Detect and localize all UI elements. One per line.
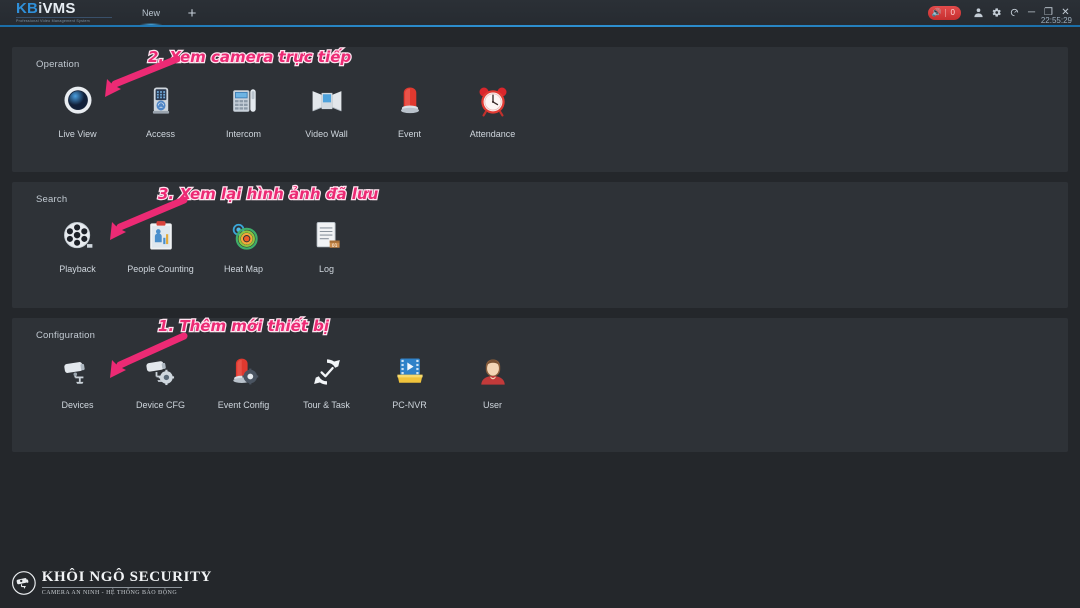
watermark-divider <box>41 587 182 588</box>
user-avatar-icon <box>473 352 513 392</box>
siren-gear-icon <box>224 352 264 392</box>
module-event-label: Event <box>397 129 421 139</box>
titlebar-accent-line <box>0 25 1080 27</box>
siren-icon <box>390 81 430 121</box>
section-configuration-label: Configuration <box>36 330 96 341</box>
module-event[interactable]: Event <box>368 81 451 139</box>
system-clock: 22:55:29 <box>1040 16 1072 25</box>
logo-divider <box>16 17 112 18</box>
module-tour-task-label: Tour & Task <box>303 400 350 410</box>
svg-text:01: 01 <box>331 243 337 249</box>
module-event-config[interactable]: Event Config <box>202 352 285 410</box>
module-video-wall[interactable]: Video Wall <box>285 81 368 139</box>
alarm-count: 0 <box>944 8 955 17</box>
logo-vms: VMS <box>42 0 76 17</box>
module-attendance-label: Attendance <box>469 129 516 139</box>
log-document-icon: 01 <box>307 216 347 256</box>
annotation-arrow-devices <box>110 332 188 378</box>
heat-map-icon <box>224 216 264 256</box>
title-bar: KBiVMS Professional Video Management Sys… <box>0 0 1080 26</box>
module-live-view-label: Live View <box>58 129 97 139</box>
watermark-title: KHÔI NGÔ SECURITY <box>41 569 212 585</box>
annotation-arrow-live-view <box>105 55 180 97</box>
module-user-label: User <box>482 400 502 410</box>
tab-new[interactable]: New <box>128 0 174 25</box>
module-attendance[interactable]: Attendance <box>451 81 534 139</box>
module-user[interactable]: User <box>451 352 534 410</box>
video-wall-icon <box>307 81 347 121</box>
logo-kb: KB <box>16 0 39 17</box>
annotation-arrow-playback <box>110 196 188 240</box>
section-search-label: Search <box>36 194 68 205</box>
annotation-playback: 3. Xem lại hình ảnh đã lưu <box>157 184 380 205</box>
watermark-subtitle: CAMERA AN NINH - HỆ THỐNG BÁO ĐỘNG <box>41 590 178 596</box>
watermark-text: KHÔI NGÔ SECURITY CAMERA AN NINH - HỆ TH… <box>41 569 212 596</box>
app-logo-subtitle: Professional Video Management System <box>16 19 90 23</box>
watermark: KHÔI NGÔ SECURITY CAMERA AN NINH - HỆ TH… <box>12 565 212 601</box>
module-heat-map[interactable]: Heat Map <box>202 216 285 274</box>
app-logo: KBiVMS Professional Video Management Sys… <box>16 1 116 25</box>
gear-icon[interactable] <box>987 0 1005 25</box>
app-logo-text: KBiVMS <box>16 1 116 16</box>
module-log-label: Log <box>318 264 335 274</box>
module-intercom-label: Intercom <box>225 129 261 139</box>
module-people-counting-label: People Counting <box>127 264 194 274</box>
module-intercom[interactable]: Intercom <box>202 81 285 139</box>
module-event-config-label: Event Config <box>217 400 270 410</box>
module-playback-label: Playback <box>59 264 96 274</box>
cctv-camera-icon <box>12 571 36 595</box>
user-icon[interactable] <box>969 0 987 25</box>
refresh-check-icon <box>307 352 347 392</box>
alarm-badge[interactable]: 🔊 0 <box>927 5 961 20</box>
module-access-label: Access <box>145 129 175 139</box>
module-devices-label: Devices <box>61 400 94 410</box>
add-tab-button[interactable]: + <box>183 4 201 22</box>
tab-new-label: New <box>141 7 160 18</box>
dashboard-icon[interactable] <box>1005 0 1023 25</box>
nvr-media-icon <box>390 352 430 392</box>
module-pc-nvr-label: PC-NVR <box>392 400 427 410</box>
intercom-phone-icon <box>224 81 264 121</box>
app-window: KBiVMS Professional Video Management Sys… <box>0 0 1080 608</box>
module-video-wall-label: Video Wall <box>305 129 348 139</box>
module-tour-task[interactable]: Tour & Task <box>285 352 368 410</box>
module-pc-nvr[interactable]: PC-NVR <box>368 352 451 410</box>
search-grid: Playback People Counting Heat Map 01 Log <box>36 216 368 274</box>
alarm-clock-icon <box>473 81 513 121</box>
section-operation-label: Operation <box>36 59 80 70</box>
module-heat-map-label: Heat Map <box>223 264 264 274</box>
module-device-cfg-label: Device CFG <box>135 400 185 410</box>
module-log[interactable]: 01 Log <box>285 216 368 274</box>
minimize-button[interactable]: ─ <box>1023 0 1040 25</box>
bell-icon: 🔊 <box>931 7 942 17</box>
